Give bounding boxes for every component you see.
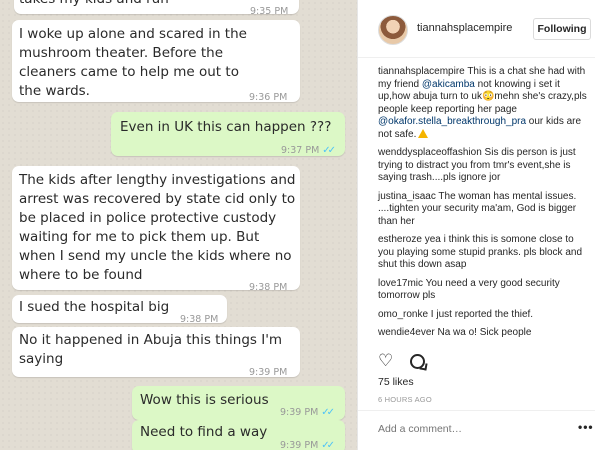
post-timestamp: 6 HOURS AGO	[378, 395, 432, 404]
message-time: 9:36 PM	[249, 92, 288, 103]
message-text: takes my kids and run	[19, 0, 169, 9]
heart-icon[interactable]: ♡	[378, 352, 393, 370]
message-time-text: 9:39 PM	[280, 440, 319, 450]
comment-text: I just reported the thief.	[428, 308, 534, 320]
message-text: The kids after lengthy investigations an…	[19, 172, 296, 283]
chat-message: The kids after lengthy investigations an…	[12, 166, 300, 293]
chat-message: takes my kids and run 9:35 PM	[14, 0, 299, 17]
comment-username[interactable]: omo_ronke	[378, 309, 428, 320]
chat-message: Need to find a way 9:39 PM ✓✓	[132, 420, 345, 450]
likes-count[interactable]: 75 likes	[378, 376, 414, 388]
post-username[interactable]: tiannahsplacempire	[417, 22, 512, 34]
chat-message: I woke up alone and scared in the mushro…	[12, 20, 300, 103]
chat-screenshot: takes my kids and run 9:35 PM I woke up …	[0, 0, 357, 450]
message-time-text: 9:39 PM	[280, 407, 319, 418]
following-button[interactable]: Following	[533, 18, 591, 40]
chat-message: No it happened in Abuja this things I'm …	[12, 327, 300, 378]
message-time-text: 9:37 PM	[281, 145, 320, 156]
more-options-icon[interactable]: •••	[578, 420, 594, 434]
comment-item: love17mic You need a very good security …	[378, 278, 590, 303]
double-check-icon: ✓✓	[321, 440, 335, 450]
comment-username[interactable]: wenddysplaceoffashion	[378, 147, 482, 158]
warning-icon	[418, 128, 429, 138]
post-header: tiannahsplacempire Following	[358, 0, 595, 58]
avatar[interactable]	[378, 15, 408, 45]
comment-username[interactable]: estheroze	[378, 234, 422, 245]
message-time: 9:38 PM	[249, 282, 288, 293]
double-check-icon: ✓✓	[321, 407, 335, 418]
message-time: 9:39 PM	[249, 367, 288, 378]
post-caption: tiannahsplacempire This is a chat she ha…	[378, 66, 590, 141]
chat-message: Wow this is serious 9:39 PM ✓✓	[132, 386, 345, 420]
comment-username[interactable]: wendie4ever	[378, 327, 435, 338]
add-comment-input[interactable]	[378, 423, 558, 435]
comment-username[interactable]: justina_isaac	[378, 191, 436, 202]
message-time: 9:35 PM	[250, 6, 289, 17]
comment-item: wendie4ever Na wa o! Sick people	[378, 327, 590, 340]
comment-item: omo_ronke I just reported the thief.	[378, 309, 590, 322]
comment-item: justina_isaac The woman has mental issue…	[378, 191, 590, 229]
message-text: Wow this is serious	[140, 392, 269, 408]
message-text: I woke up alone and scared in the mushro…	[19, 26, 247, 99]
double-check-icon: ✓✓	[322, 145, 336, 156]
chat-message: I sued the hospital big 9:38 PM	[12, 295, 227, 325]
divider	[358, 410, 595, 411]
comments-list: tiannahsplacempire This is a chat she ha…	[378, 66, 590, 346]
caption-mention[interactable]: @akicamba	[422, 79, 475, 90]
comment-icon[interactable]	[410, 354, 425, 369]
message-time: 9:37 PM ✓✓	[281, 141, 336, 160]
comment-text: Na wa o! Sick people	[434, 327, 532, 338]
message-text: I sued the hospital big	[19, 299, 170, 315]
emoji: 😳	[481, 91, 495, 102]
caption-mention[interactable]: @okafor.stella_breakthrough_pra	[378, 116, 526, 127]
message-time: 9:39 PM ✓✓	[280, 436, 335, 450]
message-text: Need to find a way	[140, 424, 268, 440]
caption-username[interactable]: tiannahsplacempire	[378, 66, 465, 77]
message-text: Even in UK this can happen ???	[120, 119, 332, 135]
comment-username[interactable]: love17mic	[378, 278, 423, 289]
comment-item: wenddysplaceoffashion Sis dis person is …	[378, 147, 590, 185]
instagram-post-panel: tiannahsplacempire Following tiannahspla…	[357, 0, 595, 450]
comment-item: estheroze yea i think this is somone clo…	[378, 234, 590, 272]
chat-message: Even in UK this can happen ??? 9:37 PM ✓✓	[111, 112, 345, 156]
